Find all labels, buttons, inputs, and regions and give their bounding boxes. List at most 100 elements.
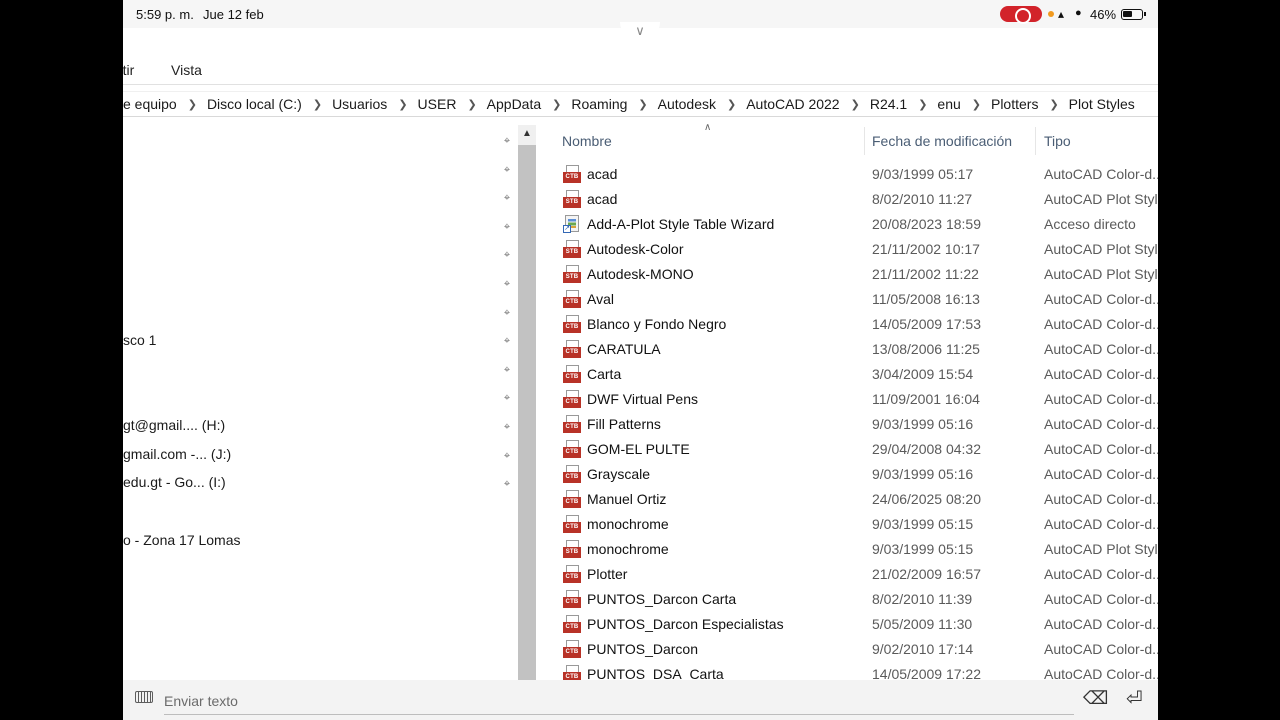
ctb-file-icon: CTB: [563, 390, 581, 409]
battery-icon: [1121, 9, 1146, 20]
pin-icon[interactable]: ⌖: [500, 449, 514, 463]
chevron-right-icon[interactable]: ❯: [188, 98, 197, 111]
pin-icon[interactable]: ⌖: [500, 334, 514, 348]
nav-item-drive-h[interactable]: gt@gmail.... (H:): [123, 417, 225, 433]
chevron-right-icon[interactable]: ❯: [467, 98, 476, 111]
pin-icon[interactable]: ⌖: [500, 220, 514, 234]
chevron-down-icon[interactable]: ∨: [620, 22, 660, 42]
file-row[interactable]: CTB GOM-EL PULTE 29/04/2008 04:32 AutoCAD C…: [536, 437, 1158, 462]
breadcrumb-item[interactable]: Roaming: [571, 96, 627, 112]
nav-scrollbar[interactable]: ▲: [518, 125, 536, 680]
pin-icon[interactable]: ⌖: [500, 248, 514, 262]
file-row[interactable]: CTB Plotter 21/02/2009 16:57 AutoCAD Color-…: [536, 562, 1158, 587]
chevron-right-icon[interactable]: ❯: [727, 98, 736, 111]
file-row[interactable]: CTB CARATULA 13/08/2006 11:25 AutoCAD Color…: [536, 337, 1158, 362]
file-name: DWF Virtual Pens: [587, 391, 698, 407]
file-modified-date: 11/05/2008 16:13: [872, 291, 980, 307]
pin-icon[interactable]: ⌖: [500, 277, 514, 291]
breadcrumb-item[interactable]: Disco local (C:): [207, 96, 302, 112]
file-row[interactable]: CTB Grayscale 9/03/1999 05:16 AutoCAD Color…: [536, 462, 1158, 487]
breadcrumb-item[interactable]: AutoCAD 2022: [746, 96, 839, 112]
send-text-input[interactable]: Enviar texto: [164, 693, 238, 709]
file-type: AutoCAD Color-d...: [1044, 341, 1158, 357]
chevron-right-icon[interactable]: ❯: [552, 98, 561, 111]
chevron-right-icon[interactable]: ❯: [972, 98, 981, 111]
pin-icon[interactable]: ⌖: [500, 134, 514, 148]
breadcrumb-item[interactable]: Usuarios: [332, 96, 387, 112]
column-header-type[interactable]: Tipo: [1044, 133, 1071, 149]
pin-icon[interactable]: ⌖: [500, 191, 514, 205]
screen-recording-icon[interactable]: [1000, 6, 1042, 24]
breadcrumb-item[interactable]: Plotters: [991, 96, 1038, 112]
file-name: Plotter: [587, 566, 628, 582]
pin-icon[interactable]: ⌖: [500, 363, 514, 377]
scroll-up-icon[interactable]: ▲: [521, 129, 533, 139]
return-icon[interactable]: ⏎: [1126, 686, 1143, 711]
file-row[interactable]: CTB Carta 3/04/2009 15:54 AutoCAD Color-d..…: [536, 362, 1158, 387]
breadcrumb-item[interactable]: R24.1: [870, 96, 907, 112]
nav-item-drive-i[interactable]: edu.gt - Go... (I:): [123, 474, 226, 490]
pin-icon[interactable]: ⌖: [500, 306, 514, 320]
file-row[interactable]: ↗ Add-A-Plot Style Table Wizard 20/08/2023…: [536, 212, 1158, 237]
breadcrumb-item[interactable]: e equipo: [123, 96, 177, 112]
file-row[interactable]: CTB DWF Virtual Pens 11/09/2001 16:04 AutoC…: [536, 387, 1158, 412]
pin-icon[interactable]: ⌖: [500, 391, 514, 405]
file-type: AutoCAD Color-d...: [1044, 291, 1158, 307]
scroll-thumb[interactable]: [518, 145, 536, 680]
breadcrumb-item[interactable]: USER: [418, 96, 457, 112]
breadcrumb-item[interactable]: enu: [937, 96, 960, 112]
nav-item-zona-17[interactable]: o - Zona 17 Lomas: [123, 532, 241, 548]
ctb-file-icon: CTB: [563, 615, 581, 634]
file-row[interactable]: CTB PUNTOS_Darcon 9/02/2010 17:14 AutoCAD C…: [536, 637, 1158, 662]
chevron-right-icon[interactable]: ❯: [1049, 98, 1058, 111]
breadcrumb-item[interactable]: Plot Styles: [1069, 96, 1135, 112]
nav-item-disco[interactable]: sco 1: [123, 332, 156, 348]
file-name: Fill Patterns: [587, 416, 661, 432]
file-row[interactable]: STB Autodesk-MONO 21/11/2002 11:22 AutoCAD …: [536, 262, 1158, 287]
file-row[interactable]: STB monochrome 9/03/1999 05:15 AutoCAD Plot…: [536, 537, 1158, 562]
file-row[interactable]: CTB PUNTOS_Darcon Especialistas 5/05/2009 …: [536, 612, 1158, 637]
chevron-right-icon[interactable]: ❯: [398, 98, 407, 111]
file-type: AutoCAD Color-d...: [1044, 491, 1158, 507]
chevron-right-icon[interactable]: ❯: [638, 98, 647, 111]
chevron-right-icon[interactable]: ❯: [918, 98, 927, 111]
file-row[interactable]: CTB PUNTOS_Darcon Carta 8/02/2010 11:39 Aut…: [536, 587, 1158, 612]
file-row[interactable]: CTB Blanco y Fondo Negro 14/05/2009 17:53 A…: [536, 312, 1158, 337]
file-row[interactable]: CTB Aval 11/05/2008 16:13 AutoCAD Color-d..…: [536, 287, 1158, 312]
ctb-file-icon: CTB: [563, 640, 581, 659]
column-header-name[interactable]: Nombre: [562, 133, 612, 149]
file-row[interactable]: STB Autodesk-Color 21/11/2002 10:17 AutoCAD…: [536, 237, 1158, 262]
address-bar[interactable]: e equipo ❯ Disco local (C:) ❯ Usuarios ❯ USER ❯…: [123, 91, 1158, 117]
column-divider[interactable]: [1035, 127, 1036, 155]
tab-compartir[interactable]: rtir: [123, 62, 134, 78]
column-divider[interactable]: [864, 127, 865, 155]
stage: 5:59 p. m. Jue 12 feb ▴ ● 46% ∨ rtir Vis…: [0, 0, 1280, 720]
file-row[interactable]: CTB monochrome 9/03/1999 05:15 AutoCAD Colo…: [536, 512, 1158, 537]
breadcrumb-item[interactable]: AppData: [487, 96, 541, 112]
column-header-modified[interactable]: Fecha de modificación: [872, 133, 1012, 149]
file-modified-date: 11/09/2001 16:04: [872, 391, 980, 407]
file-row[interactable]: CTB acad 9/03/1999 05:17 AutoCAD Color-d...: [536, 162, 1158, 187]
file-row[interactable]: CTB PUNTOS_DSA_Carta 14/05/2009 17:22 AutoC…: [536, 662, 1158, 680]
pin-icon[interactable]: ⌖: [500, 420, 514, 434]
ribbon-tabs: rtir Vista: [123, 56, 1158, 84]
file-type: AutoCAD Color-d...: [1044, 641, 1158, 657]
tab-vista[interactable]: Vista: [171, 62, 202, 78]
wifi-icon: ▴: [1058, 7, 1065, 21]
chevron-right-icon[interactable]: ❯: [313, 98, 322, 111]
file-modified-date: 21/11/2002 11:22: [872, 266, 979, 282]
keyboard-icon[interactable]: [135, 691, 153, 703]
file-row[interactable]: CTB Manuel Ortiz 24/06/2025 08:20 AutoCAD C…: [536, 487, 1158, 512]
file-name: monochrome: [587, 516, 669, 532]
file-row[interactable]: STB acad 8/02/2010 11:27 AutoCAD Plot Style: [536, 187, 1158, 212]
file-row[interactable]: CTB Fill Patterns 9/03/1999 05:16 AutoCAD C…: [536, 412, 1158, 437]
pin-icon[interactable]: ⌖: [500, 477, 514, 491]
file-modified-date: 9/03/1999 05:15: [872, 541, 974, 557]
breadcrumb-item[interactable]: Autodesk: [658, 96, 716, 112]
pin-icon[interactable]: ⌖: [500, 163, 514, 177]
nav-item-drive-j[interactable]: gmail.com -... (J:): [123, 446, 231, 462]
file-name: acad: [587, 191, 618, 207]
status-time: 5:59 p. m.: [136, 7, 194, 22]
chevron-right-icon[interactable]: ❯: [851, 98, 860, 111]
backspace-icon[interactable]: ⌫: [1083, 688, 1108, 709]
